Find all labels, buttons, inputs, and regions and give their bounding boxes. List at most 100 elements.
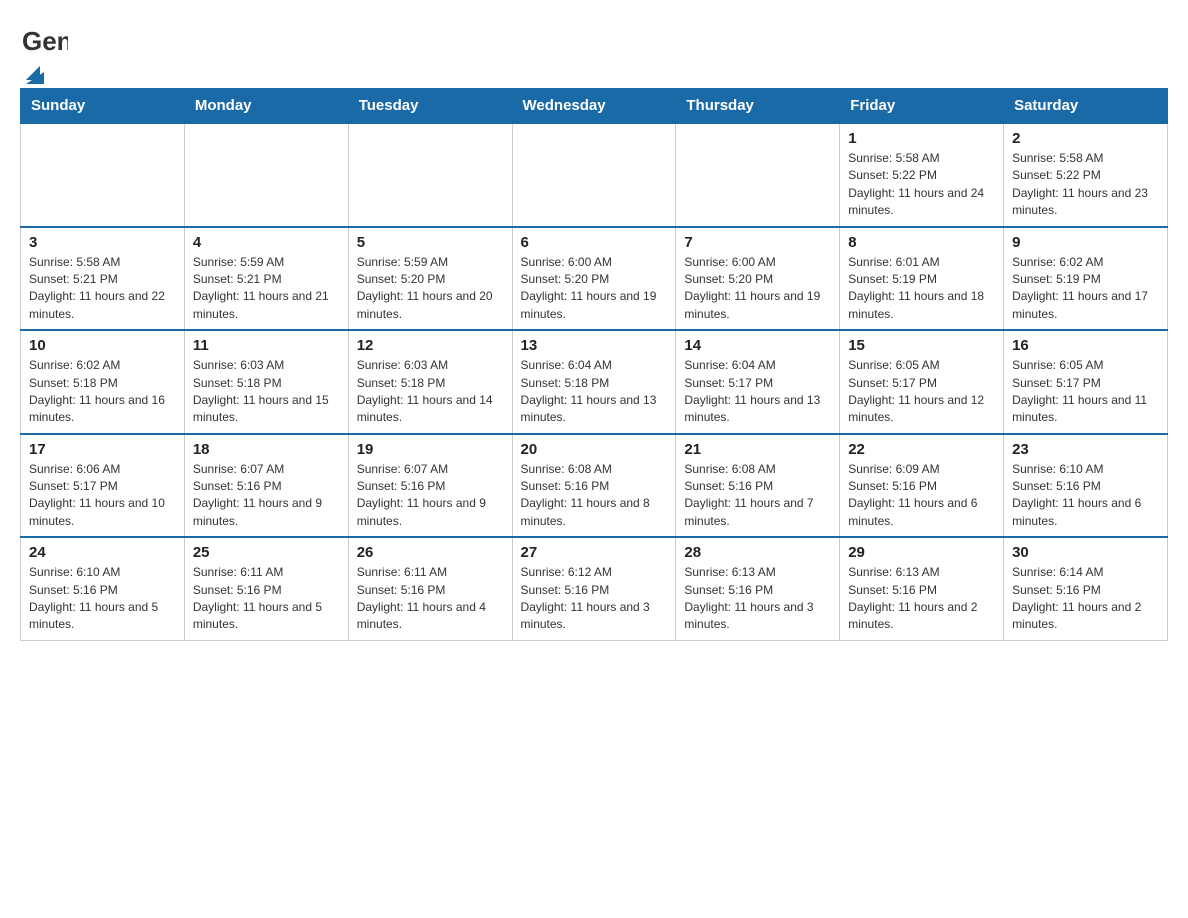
day-number-19: 19	[357, 441, 504, 458]
calendar-cell-week4-day6: 22 Sunrise: 6:09 AM Sunset: 5:16 PM Dayli…	[840, 434, 1004, 538]
calendar-cell-week5-day7: 30 Sunrise: 6:14 AM Sunset: 5:16 PM Dayli…	[1004, 537, 1168, 640]
day-number-6: 6	[521, 234, 668, 251]
day-info-29: Sunrise: 6:13 AM Sunset: 5:16 PM Dayligh…	[848, 564, 995, 634]
day-number-28: 28	[684, 544, 831, 561]
day-number-1: 1	[848, 130, 995, 147]
day-info-6: Sunrise: 6:00 AM Sunset: 5:20 PM Dayligh…	[521, 254, 668, 324]
calendar-cell-week2-day7: 9Sunrise: 6:02 AM Sunset: 5:19 PM Daylig…	[1004, 227, 1168, 331]
calendar-cell-week3-day6: 15 Sunrise: 6:05 AM Sunset: 5:17 PM Dayli…	[840, 330, 1004, 434]
day-info-26: Sunrise: 6:11 AM Sunset: 5:16 PM Dayligh…	[357, 564, 504, 634]
weekday-header-saturday: Saturday	[1004, 89, 1168, 124]
day-number-3: 3	[29, 234, 176, 251]
calendar-cell-week2-day3: 5 Sunrise: 5:59 AM Sunset: 5:20 PM Daylig…	[348, 227, 512, 331]
calendar-cell-week3-day1: 10 Sunrise: 6:02 AM Sunset: 5:18 PM Dayli…	[21, 330, 185, 434]
calendar-cell-week4-day5: 21 Sunrise: 6:08 AM Sunset: 5:16 PM Dayli…	[676, 434, 840, 538]
day-info-24: Sunrise: 6:10 AM Sunset: 5:16 PM Dayligh…	[29, 564, 176, 634]
day-info-25: Sunrise: 6:11 AM Sunset: 5:16 PM Dayligh…	[193, 564, 340, 634]
calendar-cell-week2-day6: 8 Sunrise: 6:01 AM Sunset: 5:19 PM Daylig…	[840, 227, 1004, 331]
day-info-14: Sunrise: 6:04 AM Sunset: 5:17 PM Dayligh…	[684, 357, 831, 427]
day-number-10: 10	[29, 337, 176, 354]
weekday-header-tuesday: Tuesday	[348, 89, 512, 124]
day-info-1: Sunrise: 5:58 AM Sunset: 5:22 PM Dayligh…	[848, 150, 995, 220]
calendar-cell-week4-day1: 17Sunrise: 6:06 AM Sunset: 5:17 PM Dayli…	[21, 434, 185, 538]
day-info-21: Sunrise: 6:08 AM Sunset: 5:16 PM Dayligh…	[684, 461, 831, 531]
day-info-4: Sunrise: 5:59 AM Sunset: 5:21 PM Dayligh…	[193, 254, 340, 324]
day-number-8: 8	[848, 234, 995, 251]
day-info-28: Sunrise: 6:13 AM Sunset: 5:16 PM Dayligh…	[684, 564, 831, 634]
calendar-week-1: 1 Sunrise: 5:58 AM Sunset: 5:22 PM Daylig…	[21, 123, 1168, 227]
day-number-29: 29	[848, 544, 995, 561]
day-info-27: Sunrise: 6:12 AM Sunset: 5:16 PM Dayligh…	[521, 564, 668, 634]
day-info-9: Sunrise: 6:02 AM Sunset: 5:19 PM Dayligh…	[1012, 254, 1159, 324]
day-number-24: 24	[29, 544, 176, 561]
day-info-15: Sunrise: 6:05 AM Sunset: 5:17 PM Dayligh…	[848, 357, 995, 427]
svg-text:General: General	[22, 26, 68, 56]
day-number-23: 23	[1012, 441, 1159, 458]
day-number-30: 30	[1012, 544, 1159, 561]
day-number-22: 22	[848, 441, 995, 458]
day-info-12: Sunrise: 6:03 AM Sunset: 5:18 PM Dayligh…	[357, 357, 504, 427]
day-number-12: 12	[357, 337, 504, 354]
day-info-19: Sunrise: 6:07 AM Sunset: 5:16 PM Dayligh…	[357, 461, 504, 531]
day-info-20: Sunrise: 6:08 AM Sunset: 5:16 PM Dayligh…	[521, 461, 668, 531]
calendar-cell-week5-day2: 25 Sunrise: 6:11 AM Sunset: 5:16 PM Dayli…	[184, 537, 348, 640]
day-info-18: Sunrise: 6:07 AM Sunset: 5:16 PM Dayligh…	[193, 461, 340, 531]
day-number-17: 17	[29, 441, 176, 458]
calendar-week-4: 17Sunrise: 6:06 AM Sunset: 5:17 PM Dayli…	[21, 434, 1168, 538]
weekday-header-row: SundayMondayTuesdayWednesdayThursdayFrid…	[21, 89, 1168, 124]
day-number-27: 27	[521, 544, 668, 561]
calendar-cell-week3-day4: 13 Sunrise: 6:04 AM Sunset: 5:18 PM Dayli…	[512, 330, 676, 434]
calendar-week-2: 3 Sunrise: 5:58 AM Sunset: 5:21 PM Daylig…	[21, 227, 1168, 331]
day-info-16: Sunrise: 6:05 AM Sunset: 5:17 PM Dayligh…	[1012, 357, 1159, 427]
weekday-header-sunday: Sunday	[21, 89, 185, 124]
day-info-22: Sunrise: 6:09 AM Sunset: 5:16 PM Dayligh…	[848, 461, 995, 531]
day-info-2: Sunrise: 5:58 AM Sunset: 5:22 PM Dayligh…	[1012, 150, 1159, 220]
calendar-cell-week1-day2	[184, 123, 348, 227]
day-info-5: Sunrise: 5:59 AM Sunset: 5:20 PM Dayligh…	[357, 254, 504, 324]
day-number-20: 20	[521, 441, 668, 458]
day-number-15: 15	[848, 337, 995, 354]
day-number-13: 13	[521, 337, 668, 354]
calendar-cell-week5-day5: 28 Sunrise: 6:13 AM Sunset: 5:16 PM Dayli…	[676, 537, 840, 640]
day-number-16: 16	[1012, 337, 1159, 354]
day-number-11: 11	[193, 337, 340, 354]
calendar-cell-week5-day4: 27 Sunrise: 6:12 AM Sunset: 5:16 PM Dayli…	[512, 537, 676, 640]
calendar-cell-week3-day2: 11 Sunrise: 6:03 AM Sunset: 5:18 PM Dayli…	[184, 330, 348, 434]
calendar-cell-week3-day7: 16 Sunrise: 6:05 AM Sunset: 5:17 PM Dayli…	[1004, 330, 1168, 434]
day-info-10: Sunrise: 6:02 AM Sunset: 5:18 PM Dayligh…	[29, 357, 176, 427]
calendar-cell-week4-day4: 20 Sunrise: 6:08 AM Sunset: 5:16 PM Dayli…	[512, 434, 676, 538]
day-number-21: 21	[684, 441, 831, 458]
calendar-cell-week4-day2: 18 Sunrise: 6:07 AM Sunset: 5:16 PM Dayli…	[184, 434, 348, 538]
calendar-cell-week2-day1: 3 Sunrise: 5:58 AM Sunset: 5:21 PM Daylig…	[21, 227, 185, 331]
calendar-cell-week5-day3: 26 Sunrise: 6:11 AM Sunset: 5:16 PM Dayli…	[348, 537, 512, 640]
calendar-cell-week1-day1	[21, 123, 185, 227]
calendar-cell-week3-day5: 14 Sunrise: 6:04 AM Sunset: 5:17 PM Dayli…	[676, 330, 840, 434]
calendar-cell-week2-day4: 6 Sunrise: 6:00 AM Sunset: 5:20 PM Daylig…	[512, 227, 676, 331]
day-info-8: Sunrise: 6:01 AM Sunset: 5:19 PM Dayligh…	[848, 254, 995, 324]
day-number-2: 2	[1012, 130, 1159, 147]
day-info-3: Sunrise: 5:58 AM Sunset: 5:21 PM Dayligh…	[29, 254, 176, 324]
calendar-cell-week1-day6: 1 Sunrise: 5:58 AM Sunset: 5:22 PM Daylig…	[840, 123, 1004, 227]
weekday-header-thursday: Thursday	[676, 89, 840, 124]
day-info-23: Sunrise: 6:10 AM Sunset: 5:16 PM Dayligh…	[1012, 461, 1159, 531]
day-number-26: 26	[357, 544, 504, 561]
calendar-cell-week1-day3	[348, 123, 512, 227]
calendar-cell-week2-day2: 4 Sunrise: 5:59 AM Sunset: 5:21 PM Daylig…	[184, 227, 348, 331]
calendar-week-3: 10 Sunrise: 6:02 AM Sunset: 5:18 PM Dayli…	[21, 330, 1168, 434]
day-number-5: 5	[357, 234, 504, 251]
day-number-18: 18	[193, 441, 340, 458]
day-number-7: 7	[684, 234, 831, 251]
day-number-4: 4	[193, 234, 340, 251]
page-header: General	[20, 20, 1168, 78]
day-info-30: Sunrise: 6:14 AM Sunset: 5:16 PM Dayligh…	[1012, 564, 1159, 634]
calendar-week-5: 24 Sunrise: 6:10 AM Sunset: 5:16 PM Dayli…	[21, 537, 1168, 640]
calendar-cell-week1-day5	[676, 123, 840, 227]
day-number-14: 14	[684, 337, 831, 354]
calendar-table: SundayMondayTuesdayWednesdayThursdayFrid…	[20, 88, 1168, 641]
day-number-25: 25	[193, 544, 340, 561]
calendar-cell-week5-day6: 29 Sunrise: 6:13 AM Sunset: 5:16 PM Dayli…	[840, 537, 1004, 640]
day-info-13: Sunrise: 6:04 AM Sunset: 5:18 PM Dayligh…	[521, 357, 668, 427]
day-info-11: Sunrise: 6:03 AM Sunset: 5:18 PM Dayligh…	[193, 357, 340, 427]
calendar-cell-week2-day5: 7Sunrise: 6:00 AM Sunset: 5:20 PM Daylig…	[676, 227, 840, 331]
weekday-header-monday: Monday	[184, 89, 348, 124]
